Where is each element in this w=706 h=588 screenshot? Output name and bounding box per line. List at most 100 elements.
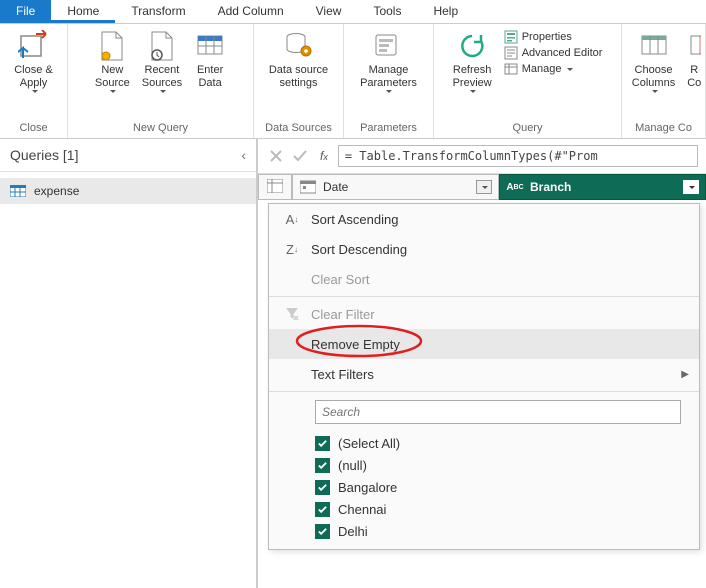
filter-check-label: (null) bbox=[338, 458, 367, 473]
fx-icon[interactable]: fx bbox=[314, 149, 334, 163]
blank-icon bbox=[283, 365, 301, 383]
filter-check-delhi[interactable]: Delhi bbox=[315, 524, 681, 539]
close-apply-icon bbox=[18, 30, 50, 62]
column-filter-dropdown-date[interactable] bbox=[476, 180, 492, 194]
dropdown-caret-icon bbox=[482, 186, 488, 189]
menu-separator bbox=[269, 296, 699, 297]
properties-label: Properties bbox=[522, 31, 572, 43]
menu-bar: File Home Transform Add Column View Tool… bbox=[0, 0, 706, 24]
sort-ascending-label: Sort Ascending bbox=[311, 212, 398, 227]
column-header-date[interactable]: Date bbox=[292, 174, 499, 200]
sort-descending-item[interactable]: Z↓ Sort Descending bbox=[269, 234, 699, 264]
checkbox-checked-icon bbox=[315, 524, 330, 539]
data-preview-area: fx = Table.TransformColumnTypes(#"Prom D… bbox=[258, 139, 706, 588]
filter-search-input[interactable] bbox=[315, 400, 681, 424]
recent-sources-button[interactable]: Recent Sources bbox=[136, 28, 188, 95]
choose-columns-label: Choose Columns bbox=[632, 64, 675, 90]
ribbon-group-close-label: Close bbox=[19, 120, 47, 136]
menu-transform[interactable]: Transform bbox=[115, 0, 201, 23]
filter-check-null[interactable]: (null) bbox=[315, 458, 681, 473]
properties-icon bbox=[504, 30, 518, 44]
new-source-icon bbox=[96, 30, 128, 62]
menu-add-column[interactable]: Add Column bbox=[202, 0, 300, 23]
menu-separator bbox=[269, 391, 699, 392]
dropdown-caret-icon bbox=[32, 90, 38, 93]
menu-file[interactable]: File bbox=[0, 0, 51, 23]
dropdown-caret-icon bbox=[110, 90, 116, 93]
close-apply-button[interactable]: Close & Apply bbox=[8, 28, 59, 95]
menu-tools[interactable]: Tools bbox=[357, 0, 417, 23]
manage-query-label: Manage bbox=[522, 63, 562, 75]
sort-descending-label: Sort Descending bbox=[311, 242, 407, 257]
manage-query-button[interactable]: Manage bbox=[504, 62, 603, 76]
data-source-settings-icon bbox=[283, 30, 315, 62]
text-filters-label: Text Filters bbox=[311, 367, 374, 382]
ribbon-group-manage-columns-label: Manage Co bbox=[635, 120, 692, 136]
refresh-preview-label: Refresh Preview bbox=[453, 64, 492, 90]
filter-check-label: (Select All) bbox=[338, 436, 400, 451]
filter-check-select-all[interactable]: (Select All) bbox=[315, 436, 681, 451]
blank-icon bbox=[283, 270, 301, 288]
row-index-header[interactable] bbox=[258, 174, 292, 200]
advanced-editor-button[interactable]: Advanced Editor bbox=[504, 46, 603, 60]
query-item-expense[interactable]: expense bbox=[0, 178, 256, 204]
new-source-button[interactable]: New Source bbox=[89, 28, 136, 95]
remove-empty-item[interactable]: Remove Empty bbox=[269, 329, 699, 359]
ribbon-group-parameters-label: Parameters bbox=[360, 120, 417, 136]
queries-panel-header: Queries [1] ‹ bbox=[0, 139, 256, 172]
blank-icon bbox=[283, 335, 301, 353]
remove-columns-label: R Co bbox=[687, 64, 701, 90]
sort-ascending-item[interactable]: A↓ Sort Ascending bbox=[269, 204, 699, 234]
menu-view[interactable]: View bbox=[300, 0, 358, 23]
sort-ascending-icon: A↓ bbox=[283, 210, 301, 228]
column-header-branch[interactable]: ABC Branch bbox=[499, 174, 706, 200]
clear-sort-label: Clear Sort bbox=[311, 272, 370, 287]
delete-step-icon[interactable] bbox=[266, 146, 286, 166]
ribbon: Close & Apply Close New Source Recent So… bbox=[0, 24, 706, 139]
sort-descending-icon: Z↓ bbox=[283, 240, 301, 258]
collapse-chevron-icon[interactable]: ‹ bbox=[241, 147, 246, 163]
properties-button[interactable]: Properties bbox=[504, 30, 603, 44]
ribbon-group-data-sources: Data source settings Data Sources bbox=[254, 24, 344, 138]
filter-check-chennai[interactable]: Chennai bbox=[315, 502, 681, 517]
filter-check-bangalore[interactable]: Bangalore bbox=[315, 480, 681, 495]
formula-input[interactable]: = Table.TransformColumnTypes(#"Prom bbox=[338, 145, 698, 167]
refresh-preview-button[interactable]: Refresh Preview bbox=[447, 28, 498, 95]
manage-parameters-label: Manage Parameters bbox=[360, 64, 417, 90]
menu-help[interactable]: Help bbox=[417, 0, 474, 23]
checkbox-checked-icon bbox=[315, 436, 330, 451]
manage-parameters-icon bbox=[372, 30, 404, 62]
ribbon-group-close: Close & Apply Close bbox=[0, 24, 68, 138]
ribbon-group-parameters: Manage Parameters Parameters bbox=[344, 24, 434, 138]
ribbon-group-query-label: Query bbox=[513, 120, 543, 136]
main-area: Queries [1] ‹ expense fx = Table.Transfo… bbox=[0, 139, 706, 588]
choose-columns-button[interactable]: Choose Columns bbox=[626, 28, 681, 95]
remove-columns-button[interactable]: R Co bbox=[681, 28, 701, 92]
column-header-date-label: Date bbox=[323, 180, 348, 194]
data-source-settings-label: Data source settings bbox=[269, 64, 328, 90]
data-source-settings-button[interactable]: Data source settings bbox=[263, 28, 334, 92]
ribbon-group-query: Refresh Preview Properties Advanced Edit… bbox=[434, 24, 622, 138]
text-filters-item[interactable]: Text Filters ▶ bbox=[269, 359, 699, 389]
commit-step-icon[interactable] bbox=[290, 146, 310, 166]
column-filter-dropdown-branch[interactable] bbox=[683, 180, 699, 194]
filter-value-list: (Select All) (null) Bangalore Chennai De… bbox=[269, 432, 699, 549]
menu-home[interactable]: Home bbox=[51, 0, 115, 23]
filter-search bbox=[315, 400, 681, 424]
manage-parameters-button[interactable]: Manage Parameters bbox=[354, 28, 423, 95]
dropdown-caret-icon bbox=[470, 90, 476, 93]
ribbon-group-manage-columns: Choose Columns R Co Manage Co bbox=[622, 24, 706, 138]
filter-check-label: Delhi bbox=[338, 524, 368, 539]
enter-data-label: Enter Data bbox=[197, 64, 223, 90]
advanced-editor-icon bbox=[504, 46, 518, 60]
ribbon-group-data-sources-label: Data Sources bbox=[265, 120, 332, 136]
queries-list: expense bbox=[0, 172, 256, 210]
clear-filter-icon bbox=[283, 305, 301, 323]
table-icon bbox=[267, 179, 283, 196]
checkbox-checked-icon bbox=[315, 458, 330, 473]
remove-empty-label: Remove Empty bbox=[311, 337, 400, 352]
choose-columns-icon bbox=[638, 30, 670, 62]
enter-data-button[interactable]: Enter Data bbox=[188, 28, 232, 92]
dropdown-caret-icon bbox=[689, 186, 695, 189]
date-type-icon bbox=[299, 179, 317, 195]
